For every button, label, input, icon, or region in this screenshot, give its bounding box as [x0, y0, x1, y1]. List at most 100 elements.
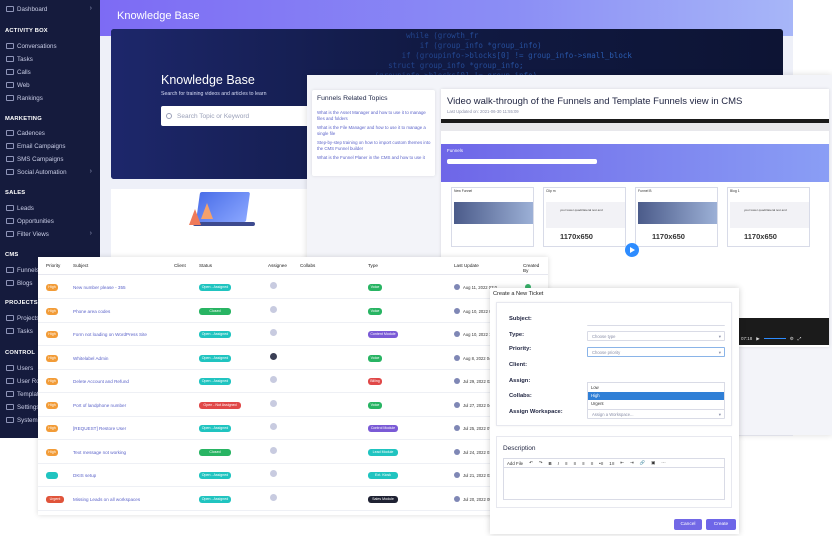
sidebar-item-opportunities[interactable]: Opportunities — [0, 215, 100, 227]
subject-field[interactable] — [587, 316, 725, 326]
create-button[interactable]: Create — [706, 519, 736, 530]
ticket-subject-link[interactable]: New number please - 355 — [73, 285, 126, 290]
ticket-subject-link[interactable]: Port of landphone number — [73, 403, 126, 408]
ticket-subject-link[interactable]: Delete Account and Refund — [73, 379, 129, 384]
column-header-last-update[interactable]: Last Update — [454, 263, 479, 268]
redo-icon[interactable]: ↷ — [539, 460, 543, 466]
sidebar-item-label: Blogs — [17, 279, 33, 287]
table-row[interactable]: High Delete Account and Refund Open - Assi… — [38, 370, 548, 393]
editor-toolbar: Add File ↶ ↷ B I ≡ ≡ ≡ ≡ •≡ 1≡ ⇤ ⇥ 🔗 ▣ ⋯ — [503, 458, 725, 468]
justify-icon[interactable]: ≡ — [591, 461, 594, 466]
sidebar-item-label: Tasks — [17, 327, 33, 335]
bold-icon[interactable]: B — [548, 461, 551, 466]
column-header-type[interactable]: Type — [368, 263, 378, 268]
table-row[interactable]: High Port of landphone number Open - Not A… — [38, 394, 548, 417]
align-left-icon[interactable]: ≡ — [565, 461, 568, 466]
sidebar-item-leads[interactable]: Leads — [0, 202, 100, 214]
sidebar-item-label: Social Automation — [17, 168, 67, 176]
priority-badge: High — [46, 448, 58, 456]
related-topic-link[interactable]: What is the File Manager and how to use … — [317, 125, 432, 136]
sidebar-item-label: Conversations — [17, 42, 57, 50]
add-file-button[interactable]: Add File — [507, 461, 523, 466]
sidebar-item-cadences[interactable]: Cadences — [0, 127, 100, 139]
sidebar-item-label: Cadences — [17, 129, 45, 137]
avatar — [270, 282, 277, 289]
table-row[interactable]: High New number please - 355 Open - Assign… — [38, 276, 548, 299]
related-topic-link[interactable]: Step-by-step training on how to import c… — [317, 140, 432, 151]
ticket-subject-link[interactable]: DKIS setup — [73, 473, 96, 478]
table-row[interactable]: High Text message not working Closed Lead M… — [38, 441, 548, 464]
sidebar-item-dashboard[interactable]: Dashboard › — [0, 3, 100, 15]
related-topic-link[interactable]: What is the Asset Manager and how to use… — [317, 110, 432, 121]
menu-icon — [6, 218, 14, 224]
related-topic-link[interactable]: What is the Funnel Planer in the CMS and… — [317, 155, 432, 161]
volume-icon[interactable]: ▶ — [756, 336, 759, 342]
table-row[interactable]: Urgent Missing Leads on all workspaces Ope… — [38, 488, 548, 511]
table-row[interactable]: High Form not loading on WordPress Site Op… — [38, 323, 548, 346]
more-icon[interactable]: ⋯ — [661, 460, 665, 466]
workspace-select[interactable]: Assign a Workspace... ▾ — [587, 409, 725, 419]
clock-icon — [454, 472, 460, 478]
sidebar-item-label: Calls — [17, 68, 31, 76]
menu-icon — [6, 43, 14, 49]
avatar — [270, 423, 277, 430]
sidebar-item-label: System — [17, 416, 38, 424]
ticket-subject-link[interactable]: Text message not working — [73, 450, 126, 455]
priority-option-urgent[interactable]: Urgent — [588, 400, 724, 408]
image-icon[interactable]: ▣ — [651, 460, 655, 466]
table-row[interactable]: High [REQUEST] Restore User Open - Assigne… — [38, 417, 548, 440]
sidebar-item-conversations[interactable]: Conversations — [0, 40, 100, 52]
sidebar-item-calls[interactable]: Calls — [0, 66, 100, 78]
sidebar-item-tasks[interactable]: Tasks — [0, 53, 100, 65]
sidebar-item-email-campaigns[interactable]: Email Campaigns — [0, 140, 100, 152]
cancel-button[interactable]: Cancel — [674, 519, 702, 530]
search-placeholder: Search Topic or Keyword — [177, 112, 250, 120]
ticket-subject-link[interactable]: Form not loading on WordPress Site — [73, 332, 147, 337]
priority-option-low[interactable]: Low — [588, 384, 724, 392]
ticket-subject-link[interactable]: Whitelabel Admin — [73, 356, 109, 361]
table-row[interactable]: High Whitelabel Admin Open - Assigned Voice… — [38, 347, 548, 370]
priority-select[interactable]: Choose priority ▾ — [587, 347, 725, 357]
type-select[interactable]: Choose type ▾ — [587, 331, 725, 341]
table-row[interactable]: DKIS setup Open - Assigned Ext. Kiosk Jul 2… — [38, 464, 548, 487]
ticket-subject-link[interactable]: Phone area codes — [73, 309, 110, 314]
column-header-subject[interactable]: Subject — [73, 263, 88, 268]
sidebar-item-rankings[interactable]: Rankings — [0, 92, 100, 104]
status-badge: Closed — [199, 307, 231, 315]
indent-icon[interactable]: ⇥ — [630, 460, 634, 466]
outdent-icon[interactable]: ⇤ — [620, 460, 624, 466]
link-icon[interactable]: 🔗 — [640, 460, 645, 466]
sidebar-item-web[interactable]: Web — [0, 79, 100, 91]
sidebar-item-filter-views[interactable]: Filter Views › — [0, 228, 100, 240]
priority-option-high[interactable]: High — [588, 392, 724, 400]
ticket-subject-link[interactable]: [REQUEST] Restore User — [73, 426, 126, 431]
type-badge: Control Module — [368, 425, 398, 432]
ticket-subject-link[interactable]: Missing Leads on all workspaces — [73, 497, 140, 502]
video-controls[interactable]: 07:18 ▶ ⚙ ⤢ — [741, 334, 829, 343]
table-row[interactable]: High Phone area codes Closed Voice Aug 10, 2… — [38, 300, 548, 323]
numbered-list-icon[interactable]: 1≡ — [609, 461, 614, 466]
column-header-collabs[interactable]: Collabs — [300, 263, 315, 268]
sidebar-item-social-automation[interactable]: Social Automation › — [0, 166, 100, 178]
settings-icon[interactable]: ⚙ — [790, 336, 794, 342]
knowledge-search-input[interactable]: Search Topic or Keyword — [161, 106, 309, 126]
fullscreen-icon[interactable]: ⤢ — [798, 336, 802, 341]
column-header-client[interactable]: Client — [174, 263, 186, 268]
menu-icon — [6, 328, 14, 334]
column-header-priority[interactable]: Priority — [46, 263, 60, 268]
video-app-header: Funnels — [441, 144, 829, 182]
volume-slider[interactable] — [763, 337, 786, 340]
align-center-icon[interactable]: ≡ — [573, 461, 576, 466]
column-header-status[interactable]: Status — [199, 263, 212, 268]
status-badge: Closed — [199, 448, 231, 456]
italic-icon[interactable]: I — [558, 461, 559, 466]
description-editor[interactable] — [503, 468, 725, 500]
bullet-list-icon[interactable]: •≡ — [599, 461, 603, 466]
sidebar-item-sms-campaigns[interactable]: SMS Campaigns — [0, 153, 100, 165]
play-icon[interactable] — [625, 243, 639, 257]
column-header-assignee[interactable]: Assignee — [268, 263, 287, 268]
avatar — [270, 352, 277, 360]
align-right-icon[interactable]: ≡ — [582, 461, 585, 466]
column-header-created-by[interactable]: Created By — [523, 263, 543, 273]
undo-icon[interactable]: ↶ — [529, 460, 533, 466]
